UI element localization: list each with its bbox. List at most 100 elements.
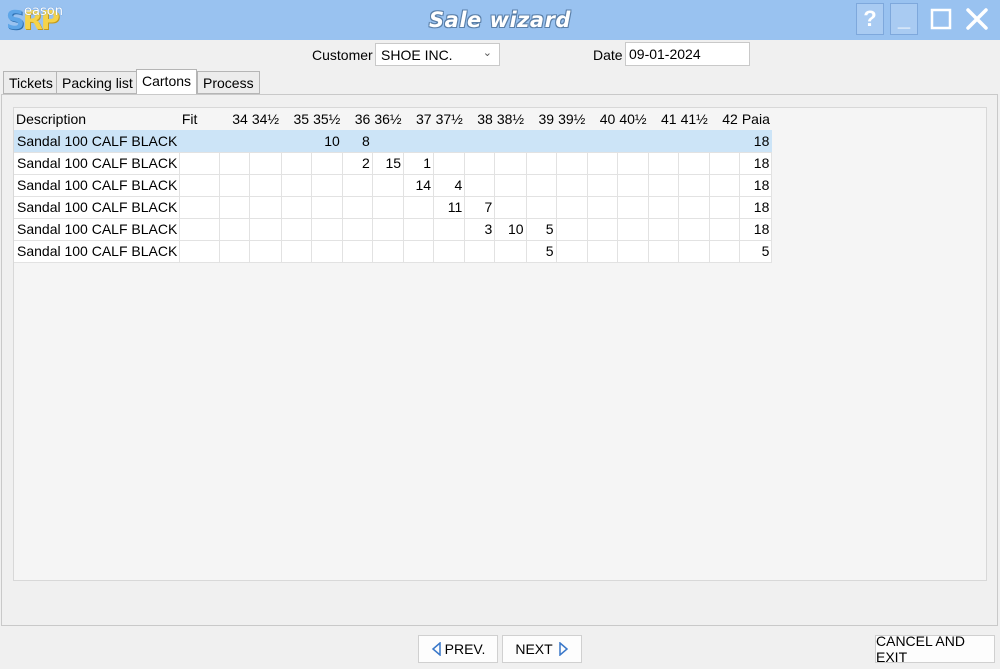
cell-size-qty[interactable]: [617, 174, 650, 197]
cell-size-qty[interactable]: [526, 174, 557, 197]
tab-packing-list[interactable]: Packing list: [56, 71, 139, 94]
cell-description[interactable]: Sandal 100 CALF BLACK: [14, 174, 181, 197]
cell-size-qty[interactable]: 2: [342, 152, 373, 175]
column-header-size[interactable]: 36: [342, 108, 373, 130]
cell-pairs[interactable]: 18: [739, 174, 773, 197]
cell-size-qty[interactable]: [648, 130, 680, 153]
cell-pairs[interactable]: 18: [739, 152, 773, 175]
cell-size-qty[interactable]: [709, 130, 741, 153]
cell-size-qty[interactable]: [494, 240, 527, 263]
cell-size-qty[interactable]: [556, 218, 588, 241]
cell-description[interactable]: Sandal 100 CALF BLACK: [14, 152, 181, 175]
cell-size-qty[interactable]: [494, 196, 527, 219]
cell-size-qty[interactable]: [556, 152, 588, 175]
cell-description[interactable]: Sandal 100 CALF BLACK: [14, 240, 181, 263]
cell-pairs[interactable]: 18: [739, 218, 773, 241]
cell-size-qty[interactable]: [403, 240, 435, 263]
cell-size-qty[interactable]: [311, 152, 343, 175]
cell-size-qty[interactable]: [311, 218, 343, 241]
cell-size-qty[interactable]: [281, 152, 312, 175]
next-button[interactable]: NEXT: [502, 635, 582, 663]
tab-cartons[interactable]: Cartons: [136, 69, 198, 95]
cell-size-qty[interactable]: 10: [494, 218, 527, 241]
table-row[interactable]: Sandal 100 CALF BLACK 3 10 5 18: [14, 218, 773, 241]
cell-size-qty[interactable]: [219, 130, 251, 153]
cell-size-qty[interactable]: [556, 240, 588, 263]
cell-size-qty[interactable]: [678, 196, 711, 219]
cell-size-qty[interactable]: 1: [403, 152, 435, 175]
cell-size-qty[interactable]: [433, 240, 466, 263]
minimize-button[interactable]: _: [890, 3, 918, 35]
cell-size-qty[interactable]: [526, 152, 557, 175]
column-header-size[interactable]: 35: [281, 108, 312, 130]
cell-size-qty[interactable]: [678, 218, 711, 241]
cell-size-qty[interactable]: [311, 240, 343, 263]
cell-size-qty[interactable]: [648, 152, 680, 175]
column-header-size[interactable]: 36½: [372, 108, 404, 130]
cell-size-qty[interactable]: [709, 218, 741, 241]
cell-size-qty[interactable]: 5: [526, 240, 557, 263]
customer-select[interactable]: SHOE INC. ⌄: [375, 43, 500, 66]
cell-size-qty[interactable]: [617, 130, 650, 153]
cell-size-qty[interactable]: [556, 174, 588, 197]
cell-size-qty[interactable]: [464, 240, 496, 263]
cell-size-qty[interactable]: [219, 196, 251, 219]
cell-size-qty[interactable]: [249, 152, 282, 175]
cell-size-qty[interactable]: [281, 174, 312, 197]
tab-tickets[interactable]: Tickets: [3, 71, 59, 94]
column-header-size[interactable]: 38: [464, 108, 495, 130]
cell-size-qty[interactable]: [617, 218, 650, 241]
cell-size-qty[interactable]: [249, 196, 282, 219]
cell-size-qty[interactable]: [556, 130, 588, 153]
cell-size-qty[interactable]: [678, 240, 711, 263]
cell-size-qty[interactable]: [648, 240, 680, 263]
cell-pairs[interactable]: 18: [739, 196, 773, 219]
cell-size-qty[interactable]: [587, 218, 618, 241]
cell-size-qty[interactable]: [403, 130, 435, 153]
cell-description[interactable]: Sandal 100 CALF BLACK: [14, 130, 181, 153]
cell-size-qty[interactable]: [556, 196, 588, 219]
cell-size-qty[interactable]: [342, 218, 373, 241]
cell-size-qty[interactable]: [249, 130, 282, 153]
cell-pairs[interactable]: 5: [739, 240, 773, 263]
column-header-size[interactable]: 37: [403, 108, 434, 130]
cell-size-qty[interactable]: [281, 130, 312, 153]
cell-size-qty[interactable]: [433, 152, 466, 175]
cell-fit[interactable]: [179, 240, 221, 263]
column-header-size[interactable]: 34½: [249, 108, 282, 130]
cell-size-qty[interactable]: [219, 174, 251, 197]
cell-size-qty[interactable]: [281, 240, 312, 263]
cell-size-qty[interactable]: [587, 152, 618, 175]
cell-size-qty[interactable]: [249, 240, 282, 263]
table-row[interactable]: Sandal 100 CALF BLACK 2 15 1 18: [14, 152, 773, 175]
cell-size-qty[interactable]: 11: [433, 196, 466, 219]
cell-description[interactable]: Sandal 100 CALF BLACK: [14, 218, 181, 241]
cell-size-qty[interactable]: 8: [342, 130, 373, 153]
cell-description[interactable]: Sandal 100 CALF BLACK: [14, 196, 181, 219]
cell-size-qty[interactable]: [587, 174, 618, 197]
cell-size-qty[interactable]: [372, 196, 405, 219]
cell-size-qty[interactable]: [709, 152, 741, 175]
close-button[interactable]: [962, 3, 992, 35]
cell-size-qty[interactable]: [587, 196, 618, 219]
cell-size-qty[interactable]: [678, 130, 711, 153]
column-header-size[interactable]: 40½: [617, 108, 649, 130]
date-field[interactable]: 09-01-2024: [625, 42, 750, 66]
cell-size-qty[interactable]: [494, 130, 527, 153]
cell-size-qty[interactable]: [709, 196, 741, 219]
cell-size-qty[interactable]: [587, 240, 618, 263]
cell-size-qty[interactable]: [709, 174, 741, 197]
cell-size-qty[interactable]: [648, 218, 680, 241]
cell-size-qty[interactable]: [587, 130, 618, 153]
column-header-size[interactable]: 40: [587, 108, 618, 130]
cell-size-qty[interactable]: [648, 196, 680, 219]
cell-size-qty[interactable]: [526, 196, 557, 219]
cell-size-qty[interactable]: [311, 196, 343, 219]
cell-size-qty[interactable]: [342, 174, 373, 197]
column-header-fit[interactable]: Fit: [179, 108, 220, 130]
column-header-pairs[interactable]: Paia: [739, 108, 772, 130]
column-header-size[interactable]: 37½: [433, 108, 465, 130]
cell-size-qty[interactable]: [342, 196, 373, 219]
column-header-size[interactable]: 34: [219, 108, 250, 130]
table-row[interactable]: Sandal 100 CALF BLACK 11 7 18: [14, 196, 773, 219]
